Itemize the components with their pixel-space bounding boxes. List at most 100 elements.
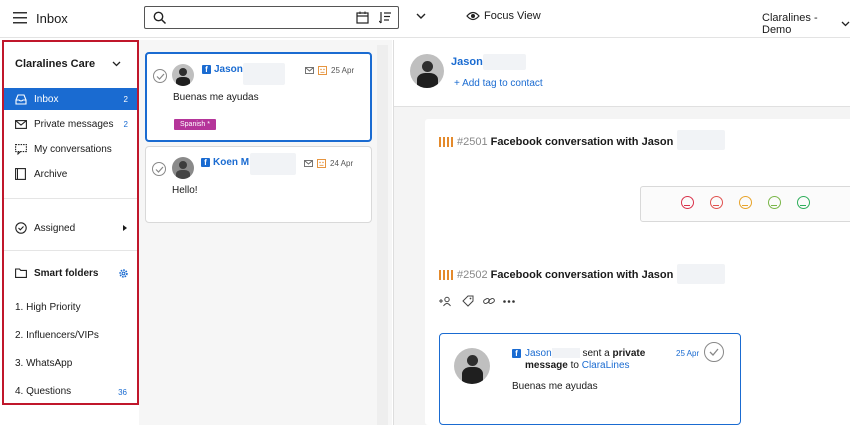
sidebar-item-private-messages[interactable]: Private messages 2	[4, 113, 137, 135]
sentiment-face-icon	[318, 66, 327, 75]
envelope-icon	[305, 67, 314, 74]
redacted-name	[677, 130, 725, 150]
message-body: Buenas me ayudas	[512, 381, 598, 392]
smart-folder-influencers[interactable]: 2. Influencers/VIPs	[15, 330, 99, 341]
message-date: 25 Apr	[676, 349, 700, 358]
sentiment-very-negative-icon[interactable]	[681, 196, 694, 209]
envelope-icon	[15, 119, 29, 129]
message-preview: Buenas me ayudas	[173, 92, 259, 103]
account-switcher[interactable]: Claralines - Demo	[762, 12, 850, 36]
recipient-name[interactable]: ClaraLines	[582, 360, 630, 371]
conversation-list: f Jason 25 Apr Buenas me ayudas Spanish …	[139, 40, 392, 425]
conversation-date: 24 Apr	[330, 159, 354, 168]
message-meta-text: sent a	[582, 348, 610, 359]
sidebar-item-assigned[interactable]: Assigned	[4, 217, 137, 239]
priority-bars-icon	[439, 137, 453, 147]
sender-name[interactable]: Jason	[214, 64, 243, 75]
brand-name[interactable]: Claralines Care	[15, 58, 95, 70]
folder-icon	[15, 268, 29, 278]
assign-user-icon[interactable]	[439, 296, 452, 307]
sentiment-positive-icon[interactable]	[768, 196, 781, 209]
message-header: Jason sent a private message to ClaraLin…	[525, 348, 675, 372]
chevron-down-icon[interactable]	[416, 13, 426, 20]
message-card[interactable]: f Jason sent a private message to ClaraL…	[439, 333, 741, 425]
gear-icon[interactable]	[118, 268, 129, 279]
add-tag-link[interactable]: + Add tag to contact	[454, 78, 543, 89]
archive-icon	[15, 168, 29, 180]
count-badge: 2	[123, 94, 128, 104]
redacted-name	[483, 54, 526, 70]
chevron-down-icon[interactable]	[112, 61, 121, 67]
sidebar-item-label: Assigned	[34, 222, 76, 234]
contact-name[interactable]: Jason	[451, 56, 483, 68]
hamburger-menu-icon[interactable]	[13, 11, 29, 25]
conversation-date: 25 Apr	[331, 66, 355, 75]
sidebar-item-my-conversations[interactable]: My conversations	[4, 138, 137, 160]
message-meta-text: to	[570, 360, 579, 371]
count-badge: 2	[123, 119, 128, 129]
conversation-id: #2501	[457, 136, 488, 148]
sidebar: Claralines Care Inbox 2 Private messages…	[2, 40, 139, 405]
conversation-title-text: Facebook conversation with Jason	[490, 269, 674, 281]
conversation-title[interactable]: #2502 Facebook conversation with Jason	[439, 269, 673, 281]
more-options-icon[interactable]	[503, 300, 515, 303]
smart-folder-questions[interactable]: 4. Questions	[15, 386, 71, 397]
message-preview: Hello!	[172, 185, 198, 196]
tag-icon[interactable]	[462, 295, 474, 307]
sidebar-item-label: Inbox	[34, 93, 59, 105]
focus-view-button[interactable]: Focus View	[466, 10, 541, 22]
conversation-id: #2502	[457, 269, 488, 281]
count-badge: 36	[118, 388, 127, 397]
caret-right-icon	[123, 225, 127, 231]
sidebar-item-archive[interactable]: Archive	[4, 163, 137, 185]
smart-folder-high-priority[interactable]: 1. High Priority	[15, 302, 81, 313]
scrollbar[interactable]	[377, 45, 388, 425]
divider	[4, 250, 137, 251]
sender-avatar	[454, 348, 490, 384]
search-icon	[153, 11, 167, 25]
contact-avatar	[410, 54, 444, 88]
conversation-card[interactable]: f Koen M 24 Apr Hello!	[145, 146, 372, 223]
chat-icon	[15, 143, 29, 155]
sort-icon[interactable]	[379, 11, 392, 24]
select-checkbox-icon[interactable]	[153, 69, 167, 83]
avatar	[172, 64, 194, 86]
link-icon[interactable]	[483, 296, 495, 306]
sender-name[interactable]: Jason	[525, 348, 552, 359]
account-label: Claralines - Demo	[762, 12, 818, 36]
inbox-icon	[15, 93, 29, 105]
conversation-detail: Jason + Add tag to contact #2501 Faceboo…	[393, 40, 850, 425]
mark-done-icon[interactable]	[704, 342, 724, 362]
focus-view-label: Focus View	[484, 10, 541, 22]
sidebar-item-label: My conversations	[34, 143, 112, 155]
search-input[interactable]	[144, 6, 399, 29]
conversation-card[interactable]: f Jason 25 Apr Buenas me ayudas Spanish …	[145, 52, 372, 142]
calendar-icon[interactable]	[356, 11, 369, 24]
top-bar: Inbox Focus View Claralines - Demo	[0, 0, 850, 38]
sentiment-picker	[640, 186, 850, 222]
conversation-title-text: Facebook conversation with Jason	[490, 136, 674, 148]
sender-name[interactable]: Koen M	[213, 157, 249, 168]
sentiment-neutral-icon[interactable]	[739, 196, 752, 209]
sentiment-negative-icon[interactable]	[710, 196, 723, 209]
facebook-icon: f	[512, 349, 521, 358]
sidebar-item-label: Private messages	[34, 118, 114, 130]
check-circle-icon	[15, 222, 29, 234]
redacted-name	[551, 348, 580, 359]
envelope-icon	[304, 160, 313, 167]
sentiment-very-positive-icon[interactable]	[797, 196, 810, 209]
avatar	[172, 157, 194, 179]
redacted-name	[243, 63, 285, 85]
contact-header: Jason + Add tag to contact	[394, 40, 850, 107]
smart-folder-whatsapp[interactable]: 3. WhatsApp	[15, 358, 72, 369]
sidebar-item-label: Archive	[34, 168, 68, 180]
facebook-icon: f	[201, 158, 210, 167]
conversation-title[interactable]: #2501 Facebook conversation with Jason	[439, 136, 673, 148]
select-checkbox-icon[interactable]	[152, 162, 166, 176]
divider	[4, 198, 137, 199]
sentiment-face-icon	[317, 159, 326, 168]
sidebar-item-inbox[interactable]: Inbox 2	[4, 88, 137, 110]
page-title: Inbox	[36, 11, 68, 26]
redacted-name	[677, 264, 725, 284]
language-tag[interactable]: Spanish *	[174, 119, 216, 130]
